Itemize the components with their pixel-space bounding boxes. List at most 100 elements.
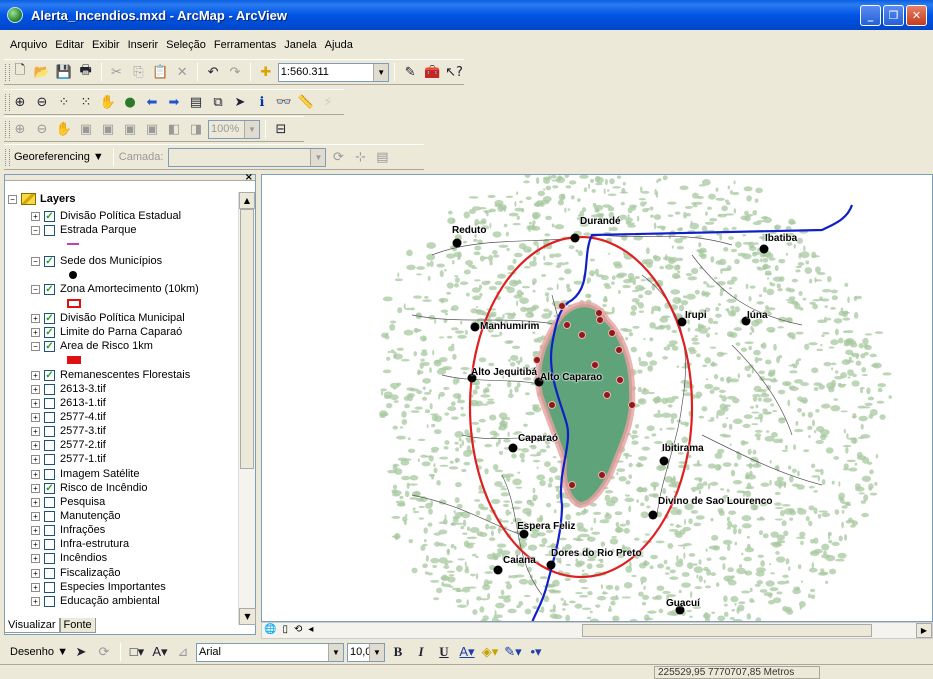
expand-icon[interactable]: + — [31, 539, 40, 549]
layer-item[interactable]: + Incêndios — [31, 551, 107, 565]
expand-icon[interactable]: + — [31, 553, 40, 563]
layer-item[interactable]: + ✓ Divisão Política Municipal — [31, 311, 185, 325]
identify-icon[interactable]: ℹ — [252, 92, 272, 112]
layer-visibility-checkbox[interactable]: ✓ — [44, 340, 55, 352]
layer-item[interactable]: + ✓ Risco de Incêndio — [31, 481, 147, 495]
layout-fixed-zoom-in-icon[interactable]: ▣ — [120, 119, 140, 139]
georef-layer-select[interactable]: ▼ — [168, 147, 327, 167]
layer-item[interactable]: +2577-4.tif — [31, 410, 106, 424]
layer-item[interactable]: + Imagem Satélite — [31, 467, 139, 481]
add-data-icon[interactable]: ✚ — [256, 62, 276, 82]
draw-menu[interactable]: Desenho ▼ — [10, 646, 68, 658]
collapse-icon[interactable]: − — [31, 256, 40, 266]
layer-item[interactable]: + Infra-estrutura — [31, 537, 129, 551]
layout-view-icon[interactable]: ▯ — [282, 624, 288, 635]
collapse-icon[interactable]: − — [8, 194, 17, 204]
clear-selection-icon[interactable]: ⧉ — [208, 92, 228, 112]
redo-icon[interactable]: ↷ — [225, 62, 245, 82]
print-icon[interactable]: 🖶 — [76, 62, 96, 82]
menu-selecao[interactable]: Seleção — [162, 39, 210, 57]
zoom-100-icon[interactable]: ▣ — [98, 119, 118, 139]
toc-vertical-scrollbar[interactable]: ▲ ▼ — [238, 192, 256, 625]
layer-visibility-checkbox[interactable] — [44, 538, 55, 550]
expand-icon[interactable]: + — [31, 370, 40, 380]
layer-item[interactable]: +2577-2.tif — [31, 438, 106, 452]
layer-item[interactable]: +2577-3.tif — [31, 424, 106, 438]
select-elements-arrow-icon[interactable]: ➤ — [230, 92, 250, 112]
cut-icon[interactable]: ✂ — [107, 62, 127, 82]
new-text-icon[interactable]: A▾ — [150, 642, 170, 662]
fill-color-icon[interactable]: ◈▾ — [480, 642, 500, 662]
new-document-icon[interactable]: 🗋 — [10, 62, 30, 82]
layout-back-icon[interactable]: ◧ — [164, 119, 184, 139]
undo-icon[interactable]: ↶ — [203, 62, 223, 82]
chevron-down-icon[interactable]: ▼ — [310, 148, 326, 166]
georef-add-control-points-icon[interactable]: ⊹ — [350, 147, 370, 167]
layer-item[interactable]: + Pesquisa — [31, 495, 105, 509]
expand-icon[interactable]: + — [31, 440, 40, 450]
layer-item[interactable]: +2613-1.tif — [31, 396, 106, 410]
layer-visibility-checkbox[interactable] — [44, 439, 55, 451]
layout-forward-icon[interactable]: ◨ — [186, 119, 206, 139]
layer-item[interactable]: + Manutenção — [31, 509, 121, 523]
forward-extent-icon[interactable]: ➡ — [164, 92, 184, 112]
layer-visibility-checkbox[interactable] — [44, 524, 55, 536]
layer-visibility-checkbox[interactable] — [44, 468, 55, 480]
chevron-down-icon[interactable]: ▼ — [327, 643, 343, 661]
fixed-zoom-out-icon[interactable]: ⁙ — [76, 92, 96, 112]
layer-visibility-checkbox[interactable] — [44, 425, 55, 437]
layer-visibility-checkbox[interactable] — [44, 567, 55, 579]
layer-visibility-checkbox[interactable] — [44, 510, 55, 522]
expand-icon[interactable]: + — [31, 497, 40, 507]
back-extent-icon[interactable]: ⬅ — [142, 92, 162, 112]
bold-button[interactable]: B — [388, 642, 408, 662]
layer-visibility-checkbox[interactable] — [44, 581, 55, 593]
scroll-thumb[interactable] — [582, 624, 872, 637]
font-select[interactable]: Arial ▼ — [195, 642, 344, 662]
layer-item[interactable]: − Estrada Parque — [31, 223, 136, 237]
layer-item[interactable]: + Educação ambiental — [31, 594, 160, 608]
layer-visibility-checkbox[interactable] — [44, 397, 55, 409]
expand-icon[interactable]: + — [31, 525, 40, 535]
italic-button[interactable]: I — [411, 642, 431, 662]
chevron-down-icon[interactable]: ▼ — [368, 643, 384, 661]
close-button[interactable]: ✕ — [906, 5, 927, 26]
layout-zoom-select[interactable]: 100% ▼ — [208, 119, 260, 139]
layer-visibility-checkbox[interactable]: ✓ — [44, 255, 55, 267]
underline-button[interactable]: U — [434, 642, 454, 662]
font-size-select[interactable]: 10,0 ▼ — [346, 642, 385, 662]
layer-visibility-checkbox[interactable]: ✓ — [44, 312, 55, 324]
layer-visibility-checkbox[interactable] — [44, 552, 55, 564]
collapse-icon[interactable]: − — [31, 225, 40, 235]
scroll-thumb[interactable] — [240, 209, 254, 469]
expand-icon[interactable]: + — [31, 483, 40, 493]
expand-icon[interactable]: + — [31, 313, 40, 323]
expand-icon[interactable]: + — [31, 568, 40, 578]
layout-pan-icon[interactable]: ✋ — [54, 119, 74, 139]
scroll-up-icon[interactable]: ▲ — [239, 192, 255, 209]
view-link-table-icon[interactable]: ▤ — [372, 147, 392, 167]
expand-icon[interactable]: + — [31, 327, 40, 337]
expand-icon[interactable]: + — [31, 384, 40, 394]
layer-visibility-checkbox[interactable] — [44, 411, 55, 423]
layer-item[interactable]: − ✓ Zona Amortecimento (10km) — [31, 282, 199, 296]
layer-item[interactable]: + ✓ Limite do Parna Caparaó — [31, 325, 182, 339]
zoom-out-icon[interactable]: ⊖ — [32, 92, 52, 112]
menu-ajuda[interactable]: Ajuda — [321, 39, 357, 57]
layer-item[interactable]: + Fiscalização — [31, 566, 121, 580]
open-folder-icon[interactable]: 📂 — [32, 62, 52, 82]
collapse-icon[interactable]: − — [31, 341, 40, 351]
layer-visibility-checkbox[interactable] — [44, 595, 55, 607]
layer-item[interactable]: − ✓ Area de Risco 1km — [31, 339, 153, 353]
tab-fonte[interactable]: Fonte — [59, 618, 96, 633]
layer-item[interactable]: − ✓ Sede dos Municípios — [31, 254, 162, 268]
paste-icon[interactable]: 📋 — [150, 62, 170, 82]
layer-visibility-checkbox[interactable]: ✓ — [44, 283, 55, 295]
editor-toolbar-icon[interactable]: ✎ — [400, 62, 420, 82]
find-binoculars-icon[interactable]: 👓 — [274, 92, 294, 112]
line-color-icon[interactable]: ✎▾ — [503, 642, 523, 662]
zoom-in-icon[interactable]: ⊕ — [10, 92, 30, 112]
menu-inserir[interactable]: Inserir — [124, 39, 163, 57]
layer-visibility-checkbox[interactable] — [44, 453, 55, 465]
layout-zoom-out-icon[interactable]: ⊖ — [32, 119, 52, 139]
